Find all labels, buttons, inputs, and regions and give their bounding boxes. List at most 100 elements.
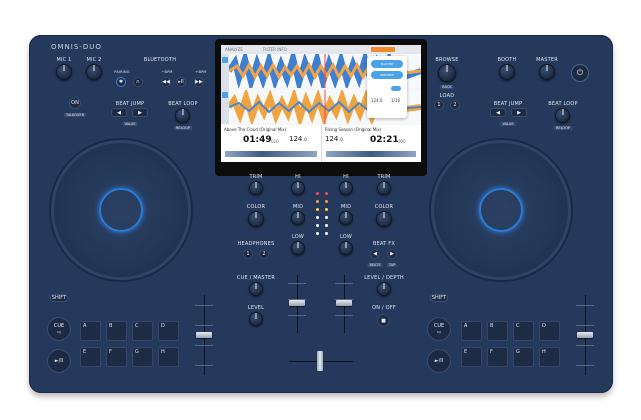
jog-wheel-right[interactable] — [431, 140, 571, 280]
master-knob[interactable] — [539, 64, 555, 80]
hi-knob-right[interactable] — [339, 181, 353, 195]
play-pause-icon: ▸II — [178, 79, 184, 85]
shift-button-left[interactable]: SHIFT — [50, 294, 68, 302]
pad-g-right[interactable]: G — [513, 347, 534, 367]
popup-toggle[interactable] — [391, 86, 401, 91]
cue-button-left[interactable]: CUE DJ — [47, 317, 71, 341]
pad-c-left[interactable]: C — [132, 321, 153, 341]
bt-play-button[interactable]: ▸II — [176, 77, 186, 87]
deck-info-left[interactable]: Above The Cloud (Original Mix) 01:49 020… — [221, 125, 322, 162]
mic1-knob[interactable] — [56, 64, 72, 80]
track-overview-left[interactable] — [225, 151, 317, 157]
power-icon: ⏻ — [576, 68, 584, 77]
beat-jump-back-right[interactable]: ◀ — [490, 108, 506, 117]
beat-fx-prev[interactable]: ◀ — [370, 249, 380, 259]
jog-ring-left — [99, 188, 143, 232]
sidebar-icon-b[interactable] — [222, 92, 228, 98]
fx-level-knob[interactable] — [377, 282, 391, 296]
deck-info-right[interactable]: Rising Season (Original Mix) 124 .0 02:2… — [322, 125, 421, 162]
dj-controller-body: OMNIS-DUO MIC 1 MIC 2 BLUETOOTH PAIRING … — [29, 35, 613, 393]
beat-loop-knob-left[interactable] — [175, 108, 190, 123]
bluetooth-pair-button[interactable]: ✱ — [116, 77, 126, 87]
mid-knob-left[interactable] — [291, 211, 305, 225]
trim-knob-right[interactable] — [377, 181, 391, 195]
pad-e-left[interactable]: E — [80, 347, 101, 367]
track-time-sub-left: 020 — [271, 139, 279, 144]
crossfader[interactable] — [317, 351, 323, 371]
load-deck-1[interactable]: 1 — [434, 100, 444, 110]
hi-knob-left[interactable] — [291, 181, 305, 195]
color-knob-left[interactable] — [248, 211, 264, 227]
pad-c-right[interactable]: C — [513, 321, 534, 341]
shift-button-right[interactable]: SHIFT — [430, 294, 448, 302]
load-deck-2[interactable]: 2 — [450, 100, 460, 110]
headphone-cue-1[interactable]: 1 — [243, 249, 253, 259]
screen-menu[interactable]: ANALYZE — [225, 47, 243, 52]
beat-jump-fwd-right[interactable]: ▶ — [511, 108, 527, 117]
trim-knob-left[interactable] — [249, 181, 263, 195]
headphone-icon: ∩ — [136, 79, 140, 85]
screen-sort[interactable]: FILTER INFO — [263, 47, 287, 52]
forward-icon: ▶▶ — [195, 79, 203, 85]
pad-d-left[interactable]: D — [158, 321, 179, 341]
mic2-knob[interactable] — [86, 64, 102, 80]
play-button-right[interactable]: ►/II — [427, 349, 451, 373]
popup-button-b[interactable]: PREVIEW — [371, 71, 403, 79]
browse-knob[interactable] — [438, 64, 456, 82]
color-knob-right[interactable] — [376, 211, 392, 227]
bpm-left: 124 — [289, 135, 303, 143]
track-overview-right[interactable] — [326, 151, 416, 157]
tempo-fader-left[interactable] — [196, 332, 212, 338]
arrow-left-icon: ◀ — [373, 251, 377, 257]
beat-jump-fwd-left[interactable]: ▶ — [132, 108, 148, 117]
bt-prev-button[interactable]: ◀◀ — [161, 77, 171, 87]
beat-jump-back-left[interactable]: ◀ — [111, 108, 127, 117]
channel-fader-left[interactable] — [289, 300, 305, 306]
pad-e-right[interactable]: E — [461, 347, 482, 367]
popup-button-a[interactable]: PLAY/MP — [371, 60, 403, 68]
channel-fader-right[interactable] — [336, 300, 352, 306]
beat-loop-knob-right[interactable] — [555, 108, 570, 123]
mic1-label: MIC 1 — [56, 57, 72, 63]
booth-knob[interactable] — [499, 64, 515, 80]
square-icon: ■ — [381, 317, 386, 324]
reloop-label-right: RELOOP — [553, 126, 573, 130]
pad-g-left[interactable]: G — [132, 347, 153, 367]
color-label-left: COLOR — [246, 204, 266, 210]
pad-f-right[interactable]: F — [487, 347, 508, 367]
pad-b-left[interactable]: B — [106, 321, 127, 341]
headphone-cue-2[interactable]: 2 — [259, 249, 269, 259]
load-label: LOAD — [439, 93, 455, 99]
pad-b-right[interactable]: B — [487, 321, 508, 341]
pad-d-right[interactable]: D — [539, 321, 560, 341]
pad-h-right[interactable]: H — [539, 347, 560, 367]
tick — [288, 283, 306, 284]
play-button-left[interactable]: ►/II — [47, 349, 71, 373]
tick — [335, 283, 353, 284]
screen-display[interactable]: ANALYZE FILTER INFO PLAY/MP PREVIEW 124.… — [221, 45, 421, 162]
beat-jump-label-right: BEAT JUMP — [493, 101, 523, 107]
cue-button-right[interactable]: CUE DJ — [427, 317, 451, 341]
cue-master-knob[interactable] — [249, 282, 263, 296]
pad-a-right[interactable]: A — [461, 321, 482, 341]
headphone-button[interactable]: ∩ — [133, 77, 143, 87]
tempo-fader-right[interactable] — [577, 332, 593, 338]
mic-on-button[interactable]: ON — [69, 97, 81, 109]
mid-knob-right[interactable] — [339, 211, 353, 225]
sidebar-icon-a[interactable] — [222, 57, 228, 63]
fx-on-off-button[interactable]: ■ — [377, 314, 390, 327]
track-time-sub-right: 000 — [398, 139, 406, 144]
power-button[interactable]: ⏻ — [571, 64, 589, 82]
pad-f-left[interactable]: F — [106, 347, 127, 367]
vu-led — [325, 216, 328, 219]
pad-a-left[interactable]: A — [80, 321, 101, 341]
beat-fx-next[interactable]: ▶ — [387, 249, 397, 259]
browse-label: BROWSE — [435, 57, 459, 63]
low-knob-left[interactable] — [291, 241, 305, 255]
pad-h-left[interactable]: H — [158, 347, 179, 367]
jog-wheel-left[interactable] — [51, 140, 191, 280]
bt-next-button[interactable]: ▶▶ — [194, 77, 204, 87]
arrow-right-icon: ▶ — [390, 251, 394, 257]
low-knob-right[interactable] — [339, 241, 353, 255]
headphone-level-knob[interactable] — [249, 312, 263, 326]
